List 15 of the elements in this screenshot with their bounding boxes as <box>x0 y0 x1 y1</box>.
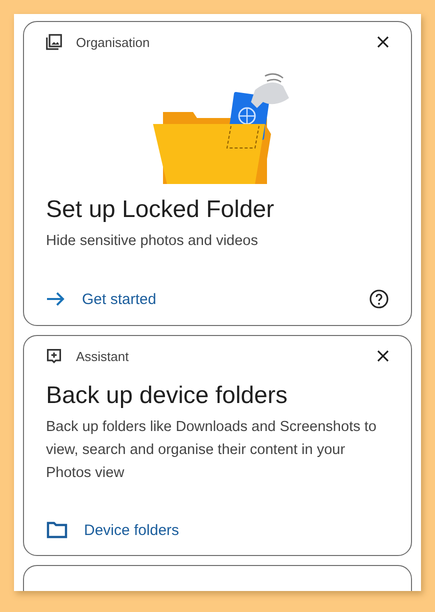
assistant-icon <box>46 348 62 364</box>
card-title: Back up device folders <box>46 382 288 410</box>
card-description: Hide sensitive photos and videos <box>46 232 259 251</box>
action-link[interactable]: Device folders <box>84 522 180 538</box>
close-icon <box>377 36 389 48</box>
arrow-right-icon <box>46 291 66 307</box>
card-category: Organisation <box>76 34 151 50</box>
close-icon <box>377 350 389 362</box>
action-link[interactable]: Get started <box>82 290 156 308</box>
help-icon[interactable] <box>369 289 389 309</box>
photo-library-icon <box>46 34 62 50</box>
card-title: Set up Locked Folder <box>46 196 276 224</box>
card-description: Back up folders like Downloads and Screenshots to view, search and organise their content in your Photos view <box>46 418 378 483</box>
folder-icon <box>46 521 68 539</box>
card-category: Assistant <box>76 348 130 364</box>
